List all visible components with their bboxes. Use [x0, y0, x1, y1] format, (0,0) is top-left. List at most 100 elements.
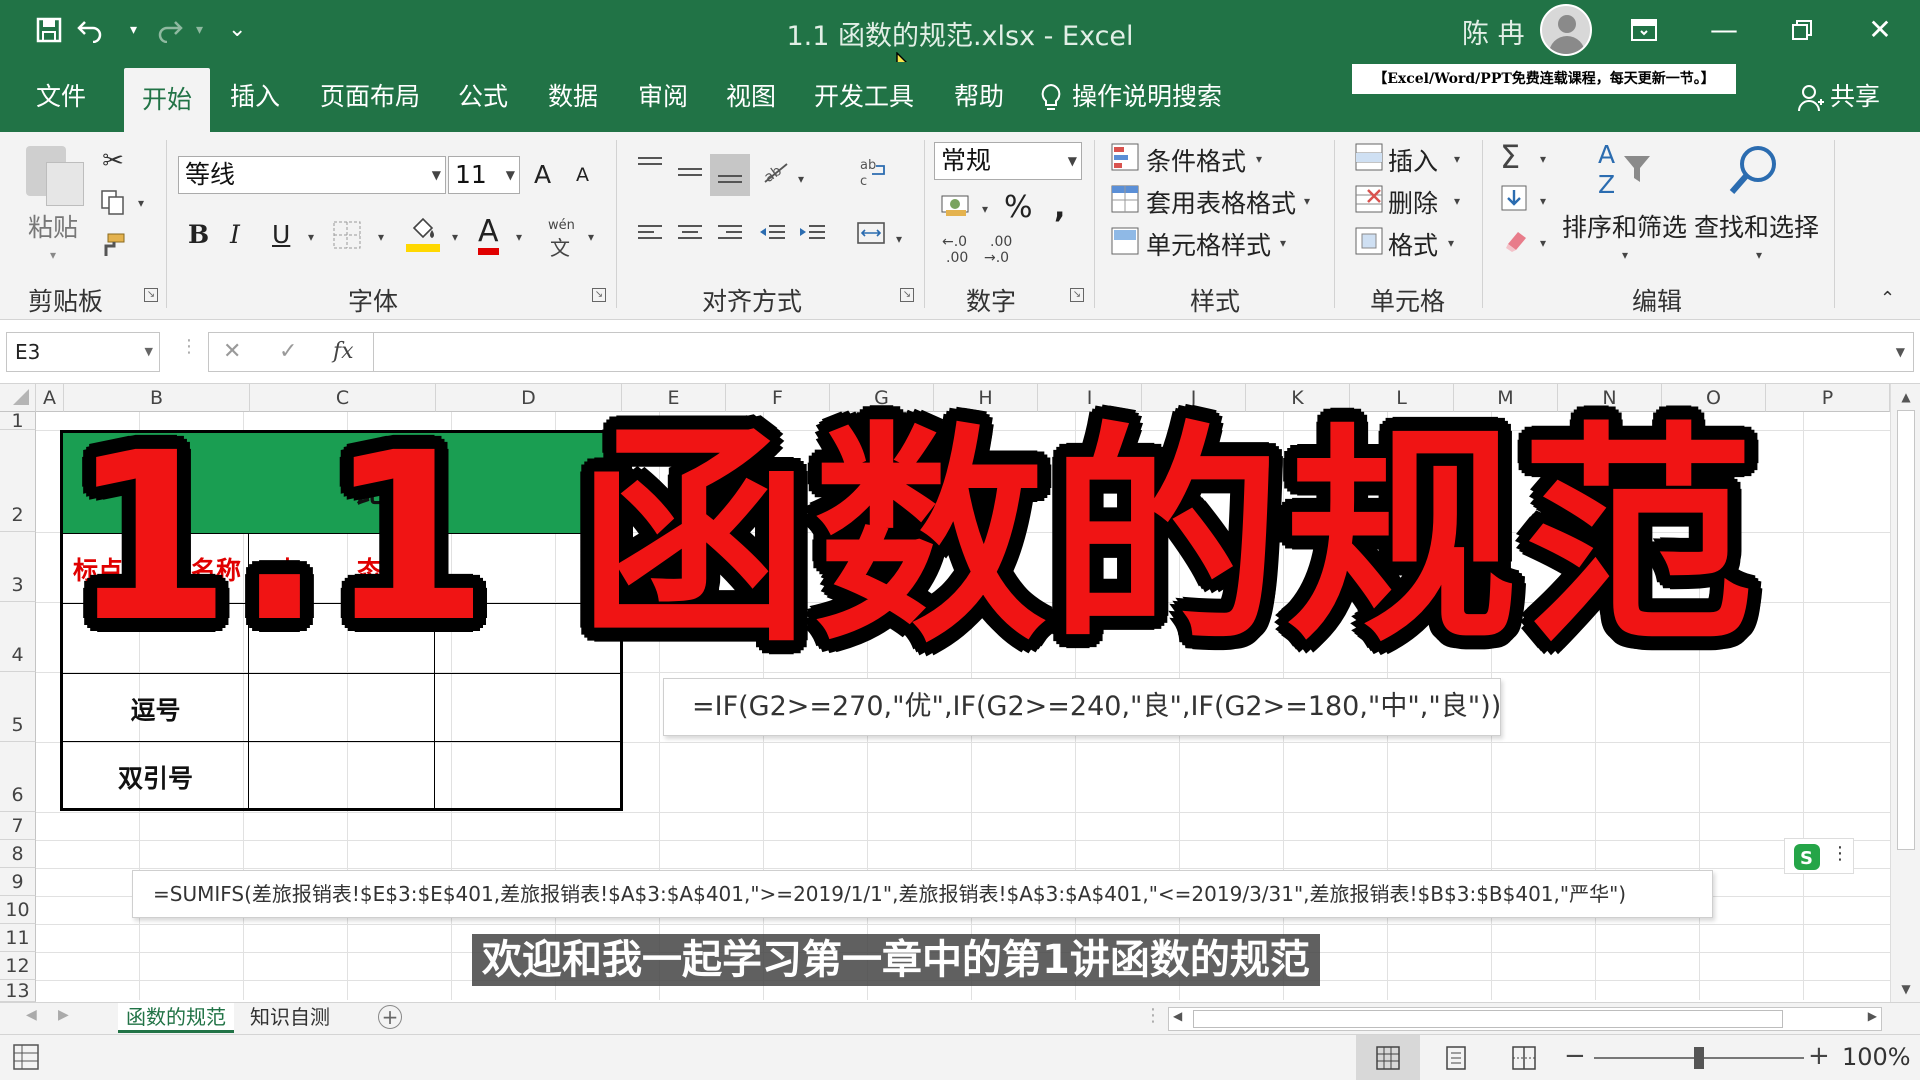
tab-formulas[interactable]: 公式	[458, 78, 508, 116]
row-header[interactable]: 13	[0, 980, 36, 1002]
horizontal-scrollbar[interactable]: ◀ ▶	[1168, 1007, 1882, 1031]
user-name[interactable]: 陈 冉	[1462, 12, 1525, 51]
row-header[interactable]: 9	[0, 868, 36, 896]
if-formula-textbox[interactable]: =IF(G2>=270,"优",IF(G2>=240,"良",IF(G2>=18…	[663, 678, 1501, 736]
align-left-icon[interactable]	[634, 222, 666, 252]
insert-function-button[interactable]: fx	[333, 333, 354, 371]
delete-cells-button[interactable]: 删除	[1388, 184, 1438, 220]
minimize-icon[interactable]: —	[1700, 8, 1748, 52]
font-launcher-icon[interactable]: ↘	[592, 288, 606, 302]
font-size-combo[interactable]: 11 ▼	[448, 156, 520, 194]
decrease-decimal-bottom[interactable]: →.0	[984, 250, 1009, 266]
align-center-icon[interactable]	[674, 222, 706, 252]
tab-insert[interactable]: 插入	[230, 78, 280, 116]
new-sheet-button[interactable]: +	[378, 1005, 402, 1029]
scroll-right-icon[interactable]: ▶	[1868, 1009, 1877, 1023]
page-break-view-button[interactable]	[1492, 1035, 1556, 1080]
phonetic-top-label[interactable]: wén	[548, 218, 575, 233]
row-header[interactable]: 8	[0, 840, 36, 868]
fill-color-icon[interactable]	[406, 216, 440, 261]
page-layout-view-button[interactable]	[1424, 1035, 1488, 1080]
cut-icon[interactable]: ✂	[98, 146, 128, 176]
tab-page-layout[interactable]: 页面布局	[320, 78, 420, 116]
phonetic-bottom-label[interactable]: 文	[550, 232, 570, 261]
font-color-button[interactable]: A	[478, 216, 499, 255]
row-header[interactable]: 11	[0, 924, 36, 952]
sheet-tab-self-test[interactable]: 知识自测	[242, 1003, 338, 1033]
delete-cells-icon[interactable]	[1354, 184, 1384, 221]
tab-developer[interactable]: 开发工具	[814, 78, 914, 116]
font-name-combo[interactable]: 等线 ▼	[178, 156, 446, 194]
decrease-indent-icon[interactable]	[756, 222, 788, 252]
formula-input[interactable]: ▼	[374, 332, 1914, 372]
scroll-left-icon[interactable]: ◀	[1173, 1009, 1182, 1023]
format-cells-button[interactable]: 格式	[1388, 226, 1438, 262]
tab-review[interactable]: 审阅	[638, 78, 688, 116]
tab-file[interactable]: 文件	[36, 78, 86, 116]
bold-button[interactable]: B	[188, 220, 209, 249]
underline-button[interactable]: U	[272, 220, 290, 249]
tab-home[interactable]: 开始	[124, 68, 211, 132]
vertical-scroll-thumb[interactable]	[1897, 410, 1915, 850]
vertical-scrollbar[interactable]: ▲ ▼	[1890, 384, 1920, 1002]
find-select-button[interactable]: 查找和选择	[1694, 208, 1819, 244]
insert-cells-icon[interactable]	[1354, 142, 1384, 179]
comma-style-button[interactable]: ,	[1054, 190, 1065, 225]
zoom-level[interactable]: 100%	[1842, 1043, 1911, 1071]
close-icon[interactable]: ✕	[1856, 8, 1904, 52]
helper-menu-icon[interactable]: ⋮	[1831, 843, 1849, 864]
cell-styles-button[interactable]: 单元格样式	[1146, 226, 1271, 262]
name-box[interactable]: E3 ▼	[6, 332, 160, 372]
select-all-corner[interactable]	[0, 384, 36, 412]
cell-styles-icon[interactable]	[1110, 226, 1140, 263]
sogou-helper-widget[interactable]: S ⋮	[1784, 838, 1854, 874]
merge-center-icon[interactable]	[854, 220, 888, 253]
row-header[interactable]: 12	[0, 952, 36, 980]
scroll-up-icon[interactable]: ▲	[1891, 386, 1920, 408]
tell-me-search[interactable]: 操作说明搜索	[1040, 78, 1222, 116]
increase-decimal-top[interactable]: ←.0	[942, 234, 967, 250]
row-header[interactable]: 7	[0, 812, 36, 840]
insert-cells-button[interactable]: 插入	[1388, 142, 1438, 178]
align-right-icon[interactable]	[714, 222, 746, 252]
grow-font-button[interactable]: A	[534, 160, 551, 189]
shrink-font-button[interactable]: A	[576, 164, 589, 186]
row-header[interactable]: 3	[0, 532, 36, 602]
format-cells-icon[interactable]	[1354, 226, 1384, 263]
restore-icon[interactable]	[1778, 8, 1826, 52]
borders-icon[interactable]	[332, 220, 362, 257]
number-launcher-icon[interactable]: ↘	[1070, 288, 1084, 302]
copy-icon[interactable]	[98, 188, 128, 223]
align-middle-icon[interactable]	[674, 160, 706, 190]
fill-icon[interactable]	[1500, 184, 1528, 219]
clipboard-launcher-icon[interactable]: ↘	[144, 288, 158, 302]
normal-view-button[interactable]	[1356, 1035, 1420, 1080]
clear-icon[interactable]	[1502, 226, 1530, 261]
row-header[interactable]: 1	[0, 412, 36, 431]
italic-button[interactable]: I	[230, 220, 240, 249]
table-format-icon[interactable]	[1110, 184, 1140, 221]
next-sheet-icon[interactable]: ▶	[58, 1007, 69, 1023]
row-header[interactable]: 10	[0, 896, 36, 924]
align-top-icon[interactable]	[634, 154, 666, 184]
confirm-entry-button[interactable]: ✓	[279, 333, 297, 371]
sheet-tab-function-rules[interactable]: 函数的规范	[118, 1003, 234, 1033]
collapse-ribbon-icon[interactable]: ⌃	[1880, 284, 1895, 314]
prev-sheet-icon[interactable]: ◀	[26, 1007, 37, 1023]
decrease-decimal-top[interactable]: .00	[990, 234, 1012, 250]
expand-formula-icon[interactable]: ▼	[1896, 345, 1905, 359]
conditional-format-button[interactable]: 条件格式	[1146, 142, 1246, 178]
zoom-out-button[interactable]: −	[1564, 1041, 1586, 1071]
tab-help[interactable]: 帮助	[954, 78, 1004, 116]
zoom-in-button[interactable]: +	[1808, 1041, 1830, 1071]
ribbon-display-options-icon[interactable]	[1620, 8, 1668, 52]
number-format-combo[interactable]: 常规 ▼	[934, 142, 1082, 180]
autosum-button[interactable]: Σ	[1500, 138, 1520, 176]
row-header[interactable]: 5	[0, 672, 36, 742]
row-header[interactable]: 6	[0, 742, 36, 812]
increase-indent-icon[interactable]	[796, 222, 828, 252]
alignment-launcher-icon[interactable]: ↘	[900, 288, 914, 302]
conditional-format-icon[interactable]	[1110, 142, 1140, 179]
table-format-button[interactable]: 套用表格格式	[1146, 184, 1296, 220]
increase-decimal-bottom[interactable]: .00	[946, 250, 968, 266]
